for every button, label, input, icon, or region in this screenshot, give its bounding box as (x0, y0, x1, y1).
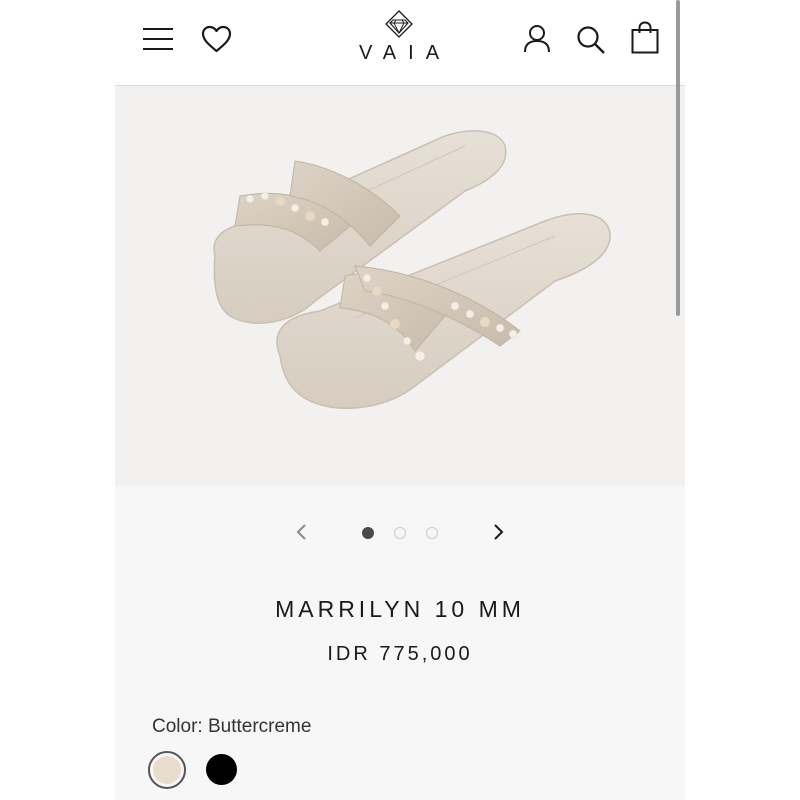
chevron-left-icon[interactable] (295, 523, 309, 541)
heart-icon[interactable] (201, 25, 232, 53)
scrollbar[interactable] (676, 0, 680, 316)
product-page: VAIA MARRILYN 10 MM IDR 775,000 Color: B… (115, 0, 685, 800)
menu-icon[interactable] (142, 27, 174, 51)
product-title: MARRILYN 10 MM (275, 596, 525, 622)
chevron-right-icon[interactable] (491, 523, 505, 541)
swatch-black[interactable] (203, 751, 241, 789)
product-image[interactable] (115, 86, 685, 486)
logo-diamond-icon[interactable] (385, 10, 413, 38)
sandal-product-photo (213, 130, 611, 409)
product-price: IDR 775,000 (327, 643, 473, 665)
swatch-black-fill (206, 754, 237, 785)
bag-icon[interactable] (631, 21, 659, 54)
search-icon[interactable] (576, 25, 606, 55)
site-header: VAIA (115, 0, 685, 86)
swatch-buttercreme-fill (153, 756, 181, 784)
color-label: Color: Buttercreme (152, 716, 312, 737)
account-icon[interactable] (523, 24, 551, 54)
swatch-buttercreme[interactable] (148, 751, 186, 789)
carousel-dot-1[interactable] (362, 527, 374, 539)
carousel-dot-3[interactable] (426, 527, 438, 539)
brand-logo-text[interactable]: VAIA (340, 42, 460, 65)
carousel-dot-2[interactable] (394, 527, 406, 539)
